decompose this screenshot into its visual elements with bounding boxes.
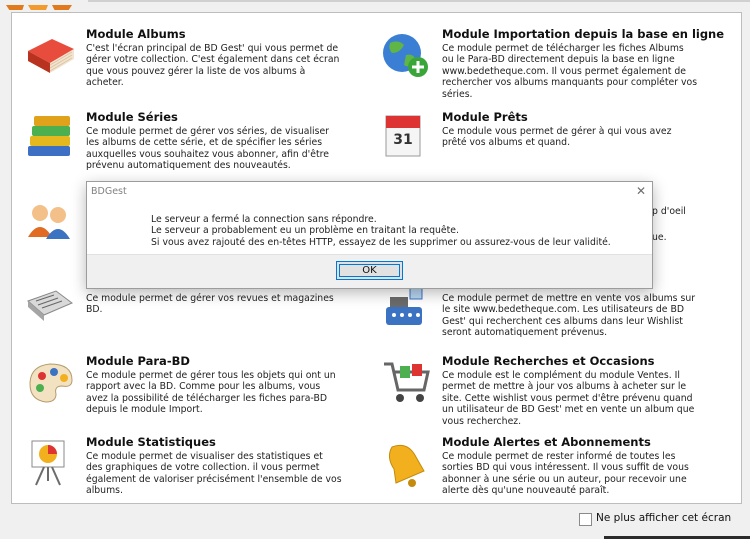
module-description: C'est l'écran principal de BD Gest' qui … [86,43,340,89]
chart-easel-icon [22,435,78,491]
dont-show-again-label[interactable]: Ne plus afficher cet écran [596,512,731,524]
module-title: Module Alertes et Abonnements [442,435,651,449]
module-title: Module Recherches et Occasions [442,354,655,368]
module-description: Ce module permet de visualiser des stati… [86,451,342,497]
hidden-text-fragment: ue. [652,232,667,243]
shopping-cart-icon [378,354,434,410]
module-description: Ce module est le complément du module Ve… [442,370,695,427]
users-icon [22,193,78,249]
ok-button[interactable]: OK [336,261,403,280]
app-logo [0,0,90,10]
module-description: Ce module permet de gérer vos revues et … [86,293,334,316]
module-description: Ce module permet de gérer tous les objet… [86,370,336,416]
module-title: Module Importation depuis la base en lig… [442,27,725,41]
dialog-title: BDGest [91,186,127,197]
globe-add-icon [378,27,434,83]
module-description: Ce module permet de télécharger les fich… [442,43,698,100]
header-divider [88,0,750,2]
books-stack-icon [22,110,78,166]
module-title: Module Prêts [442,110,528,124]
close-icon[interactable]: ✕ [636,184,646,198]
module-title: Module Para-BD [86,354,190,368]
dialog-message-line: Si vous avez rajouté des en-têtes HTTP, … [151,236,611,248]
hidden-text-fragment: p d'oeil [652,206,686,217]
module-title: Module Albums [86,27,186,41]
module-description: Ce module permet de rester informé de to… [442,451,689,497]
module-description: Ce module permet de gérer vos séries, de… [86,126,330,172]
module-description: Ce module permet de mettre en vente vos … [442,293,696,339]
module-description: Ce module vous permet de gérer à qui vou… [442,126,672,149]
error-dialog: BDGest ✕ Le serveur a fermé la connectio… [86,181,653,289]
module-title: Module Séries [86,110,178,124]
palette-icon [22,354,78,410]
module-title: Module Statistiques [86,435,216,449]
calendar-icon: 31 [378,110,434,166]
dont-show-again-checkbox[interactable] [579,513,592,526]
dialog-message-line: Le serveur a probablement eu un problème… [151,225,459,237]
svg-text:31: 31 [393,132,412,148]
bell-icon [378,435,434,491]
dialog-button-bar: OK [87,254,652,288]
dialog-message-line: Le serveur a fermé la connection sans ré… [151,214,377,225]
dialog-message: Le serveur a fermé la connection sans ré… [151,214,646,248]
book-icon [22,27,78,83]
magazine-icon [22,279,78,335]
